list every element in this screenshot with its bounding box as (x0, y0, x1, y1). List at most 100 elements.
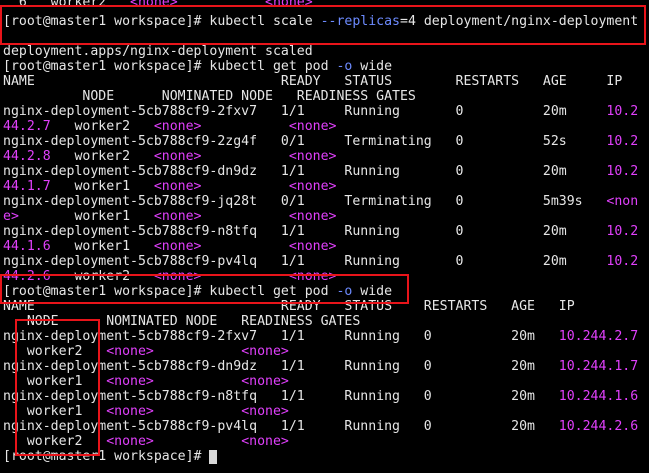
text-segment: NAME READY STATUS RESTARTS AGE IP (3, 299, 575, 314)
text-segment: NODE NOMINATED NODE READINESS GATES (3, 89, 416, 104)
highlighted-text: 44.2.7 (3, 119, 51, 134)
text-segment (202, 149, 289, 164)
text-segment: nginx-deployment-5cb788cf9-2fxv7 1/1 Run… (3, 329, 559, 344)
text-segment: worker2 (50, 149, 154, 164)
text-segment: nginx-deployment-5cb788cf9-dn9dz 1/1 Run… (3, 164, 607, 179)
highlighted-text: <non (606, 194, 639, 209)
highlighted-text: 10.244.1.6 (558, 389, 639, 404)
pod-row-continuation: 44.1.6 worker1 <none> <none> (3, 239, 336, 254)
pod-row-line: worker1 <none> <none> (3, 374, 289, 389)
pod-row-continuation: 44.2.6 worker2 <none> <none> (3, 269, 336, 284)
highlighted-text: 10.2 (606, 164, 639, 179)
text-segment: deployment.apps/nginx-deployment scaled (3, 44, 313, 59)
highlighted-text: 10.244.2.7 (558, 329, 639, 344)
highlighted-text: 44.1.6 (3, 239, 51, 254)
highlighted-text: <none> (106, 434, 154, 449)
text-segment (202, 209, 289, 224)
highlighted-text: 10.244.1.7 (558, 359, 639, 374)
command-option: --replicas (320, 14, 400, 29)
highlighted-text: e> (3, 209, 19, 224)
table-header-continuation: NODE NOMINATED NODE READINESS GATES (3, 89, 416, 104)
highlighted-text: <none> (288, 239, 337, 254)
highlighted-text: <none> (153, 239, 202, 254)
text-segment: nginx-deployment-5cb788cf9-jq28t 0/1 Ter… (3, 194, 607, 209)
pod-row-line: nginx-deployment-5cb788cf9-2fxv7 1/1 Run… (3, 104, 638, 119)
text-segment: wide (352, 59, 393, 74)
text-segment: worker1 (3, 404, 107, 419)
text-segment (202, 269, 289, 284)
pod-row-line: nginx-deployment-5cb788cf9-jq28t 0/1 Ter… (3, 194, 638, 209)
shell-prompt-line: [root@master1 workspace]# (3, 449, 218, 464)
highlighted-text: 10.2 (606, 134, 639, 149)
text-segment (178, 0, 265, 10)
text-segment: nginx-deployment-5cb788cf9-dn9dz 1/1 Run… (3, 359, 559, 374)
text-segment: worker2 (3, 344, 107, 359)
terminal-cursor[interactable] (209, 450, 218, 464)
pod-row-line: worker1 <none> <none> (3, 404, 289, 419)
highlighted-text: <none> (153, 179, 202, 194)
highlighted-text: <none> (153, 119, 202, 134)
text-segment (154, 434, 241, 449)
text-segment (202, 179, 289, 194)
highlighted-text: <none> (153, 209, 202, 224)
highlighted-text: <none> (130, 0, 178, 10)
highlighted-text: <none> (241, 374, 289, 389)
scrolled-output-line: 6 worker2 <none> <none> (3, 0, 313, 10)
text-segment: worker2 (3, 434, 107, 449)
highlighted-text: <none> (153, 269, 202, 284)
text-segment: nginx-deployment-5cb788cf9-2zg4f 0/1 Ter… (3, 134, 607, 149)
text-segment (202, 119, 289, 134)
get-pod-command-line: [root@master1 workspace]# kubectl get po… (3, 59, 392, 74)
highlighted-text: <none> (288, 179, 337, 194)
text-segment: =4 deployment/nginx-deployment (400, 14, 639, 29)
table-header-line: NAME READY STATUS RESTARTS AGE IP (3, 74, 622, 89)
text-segment: [root@master1 workspace]# kubectl get po… (3, 284, 337, 299)
text-segment: worker1 (50, 179, 154, 194)
pod-row-line: worker2 <none> <none> (3, 434, 289, 449)
text-segment: worker1 (50, 239, 154, 254)
text-segment: worker1 (18, 209, 154, 224)
highlighted-text: <none> (153, 149, 202, 164)
text-segment: [root@master1 workspace]# kubectl scale (3, 14, 321, 29)
pod-row-continuation: 44.1.7 worker1 <none> <none> (3, 179, 336, 194)
text-segment (154, 344, 241, 359)
text-segment (202, 239, 289, 254)
pod-row-continuation: e> worker1 <none> <none> (3, 209, 337, 224)
text-segment: nginx-deployment-5cb788cf9-n8tfq 1/1 Run… (3, 224, 607, 239)
highlighted-text: <none> (288, 209, 337, 224)
text-segment: NAME READY STATUS RESTARTS AGE IP (3, 74, 623, 89)
text-segment: worker1 (3, 374, 107, 389)
highlighted-text: 10.244.2.6 (558, 419, 639, 434)
pod-row-continuation: nginx-deployment-5cb788cf9-2fxv7 1/1 Run… (3, 329, 638, 344)
text-segment: NODE NOMINATED NODE READINESS GATES (3, 314, 361, 329)
highlighted-text: <none> (288, 119, 337, 134)
pod-row-line: nginx-deployment-5cb788cf9-pv4lq 1/1 Run… (3, 254, 638, 269)
scale-command-line: [root@master1 workspace]# kubectl scale … (3, 14, 638, 29)
text-segment: wide (352, 284, 393, 299)
pod-row-line: nginx-deployment-5cb788cf9-n8tfq 1/1 Run… (3, 224, 638, 239)
pod-row-line: nginx-deployment-5cb788cf9-2zg4f 0/1 Ter… (3, 134, 638, 149)
highlighted-text: <none> (265, 0, 313, 10)
get-pod-command-line-2: [root@master1 workspace]# kubectl get po… (3, 284, 392, 299)
text-segment (154, 374, 241, 389)
text-segment: 6 worker2 (3, 0, 131, 10)
pod-row-line: worker2 <none> <none> (3, 344, 289, 359)
pod-row-continuation: 44.2.7 worker2 <none> <none> (3, 119, 336, 134)
highlighted-text: <none> (288, 269, 337, 284)
text-segment (154, 404, 241, 419)
highlighted-text: 44.2.8 (3, 149, 51, 164)
command-option: -o (336, 284, 353, 299)
text-segment: [root@master1 workspace]# kubectl get po… (3, 59, 337, 74)
highlighted-text: 10.2 (606, 224, 639, 239)
highlighted-text: 44.2.6 (3, 269, 51, 284)
highlighted-text: 10.2 (606, 254, 639, 269)
text-segment: nginx-deployment-5cb788cf9-2fxv7 1/1 Run… (3, 104, 607, 119)
text-segment: nginx-deployment-5cb788cf9-n8tfq 1/1 Run… (3, 389, 559, 404)
highlighted-text: 44.1.7 (3, 179, 51, 194)
text-segment: worker2 (50, 119, 154, 134)
highlighted-text: <none> (106, 404, 154, 419)
highlighted-text: 10.2 (606, 104, 639, 119)
pod-row-continuation: nginx-deployment-5cb788cf9-dn9dz 1/1 Run… (3, 359, 638, 374)
pod-row-line: nginx-deployment-5cb788cf9-dn9dz 1/1 Run… (3, 164, 638, 179)
table-header-line-2: NAME READY STATUS RESTARTS AGE IP (3, 299, 575, 314)
